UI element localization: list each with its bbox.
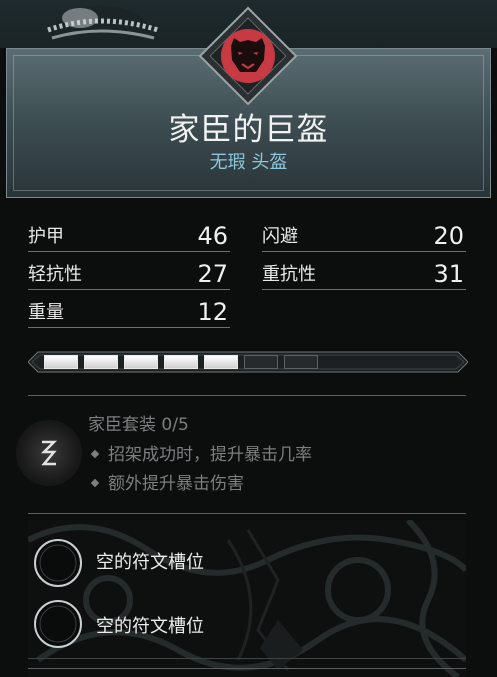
stat-value: 46	[197, 222, 228, 250]
bullet-icon	[90, 449, 100, 459]
stat-armor: 护甲 46	[28, 222, 230, 252]
stat-value: 31	[433, 260, 464, 288]
quality-segment	[244, 355, 278, 369]
set-bonus-text: 额外提升暴击伤害	[108, 474, 244, 494]
item-name: 家臣的巨盔	[168, 112, 329, 148]
stat-dodge: 闪避 20	[262, 222, 466, 252]
quality-segment	[284, 355, 318, 369]
rune-z-icon	[16, 420, 82, 486]
stat-heavy-resistance: 重抗性 31	[262, 260, 466, 290]
empty-rune-slot-icon	[34, 600, 82, 648]
empty-rune-slot-icon	[34, 539, 82, 587]
set-bonus-text: 招架成功时，提升暴击几率	[108, 445, 312, 465]
set-bonus-item: 招架成功时，提升暴击几率	[88, 440, 312, 465]
rune-slots-panel	[28, 520, 466, 677]
rune-slot-label: 空的符文槽位	[96, 552, 204, 573]
stat-label: 护甲	[28, 226, 64, 247]
stat-light-resistance: 轻抗性 27	[28, 260, 230, 290]
quality-segment	[204, 355, 238, 369]
stat-label: 重抗性	[262, 264, 316, 285]
rune-slot-label: 空的符文槽位	[96, 616, 204, 637]
quality-segment	[124, 355, 158, 369]
set-glyph-icon	[40, 440, 58, 466]
bear-emblem-icon	[198, 6, 298, 106]
quality-bar	[28, 349, 468, 377]
stat-value: 20	[433, 222, 464, 250]
stat-label: 轻抗性	[28, 264, 82, 285]
stat-value: 12	[197, 298, 228, 326]
set-bonus-item: 额外提升暴击伤害	[88, 469, 244, 494]
knotwork-background	[28, 520, 466, 677]
set-title: 家臣套装 0/5	[88, 415, 189, 435]
divider	[28, 668, 466, 669]
quality-segment	[44, 355, 78, 369]
divider	[28, 513, 466, 514]
emblem	[198, 6, 298, 106]
stat-value: 27	[197, 260, 228, 288]
stat-weight: 重量 12	[28, 298, 230, 328]
stat-label: 重量	[28, 302, 64, 323]
rune-slot-2[interactable]	[32, 598, 84, 650]
stat-label: 闪避	[262, 226, 298, 247]
quality-segment	[84, 355, 118, 369]
item-subtitle: 无瑕 头盔	[209, 152, 288, 173]
helmet-icon	[45, 5, 162, 48]
quality-segment	[164, 355, 198, 369]
rune-slot-1[interactable]	[32, 537, 84, 589]
bullet-icon	[90, 478, 100, 488]
divider	[28, 395, 466, 396]
